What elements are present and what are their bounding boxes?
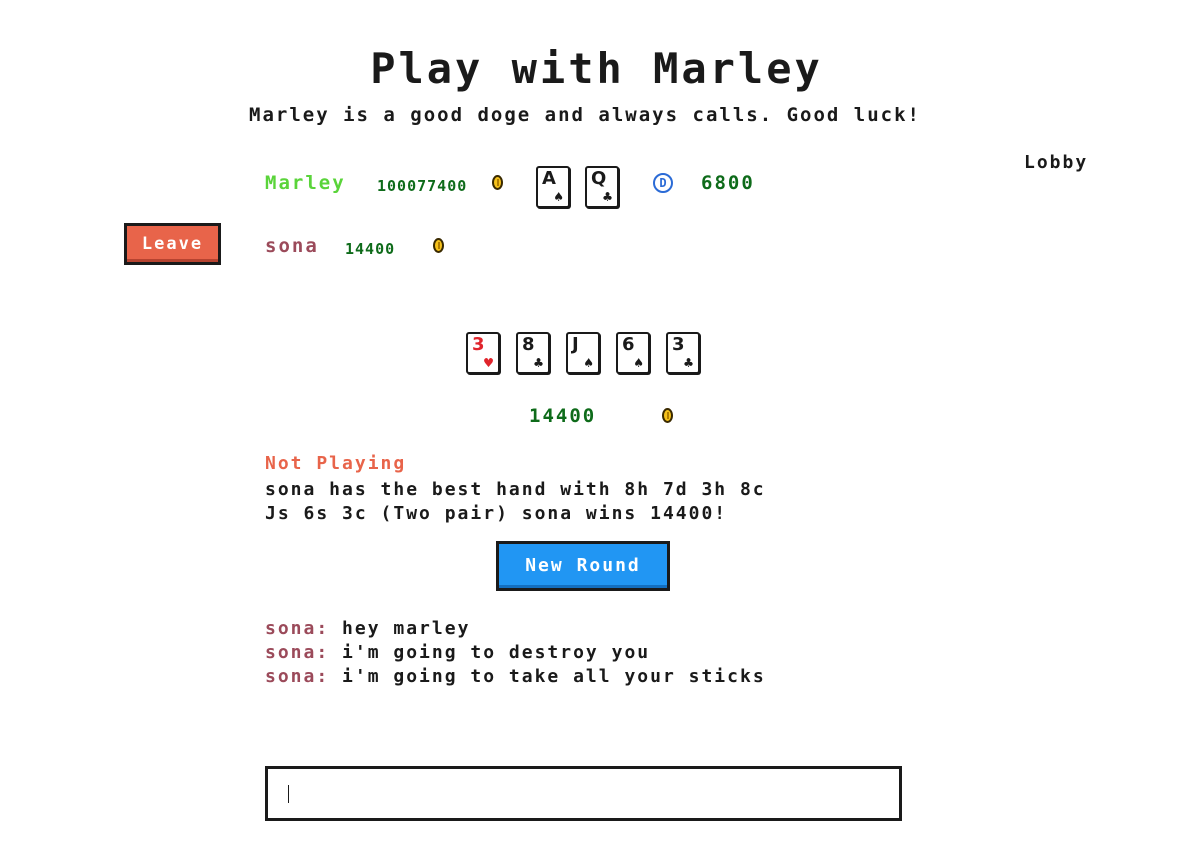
result-line: Js 6s 3c (Two pair) sona wins 14400! [265,503,728,524]
club-icon: ♣ [683,354,693,372]
chat-author: sona: [265,642,330,663]
board-card: 3 ♣ [666,332,700,374]
chat-message: sona: hey marley [265,617,766,641]
player-chips-sona: 14400 [345,240,396,258]
card-rank: Q [591,168,607,189]
board-card: 6 ♠ [616,332,650,374]
chat-author: sona: [265,618,330,639]
chat-log: sona: hey marley sona: i'm going to dest… [265,617,766,689]
coin-icon [662,408,674,423]
dealer-button-icon: D [653,173,673,193]
card-rank: 3 [472,334,485,355]
chat-input[interactable] [265,766,902,821]
card-rank: J [572,334,579,355]
coin-icon [492,175,503,190]
card-rank: 3 [672,334,685,355]
spade-icon: ♠ [583,354,593,372]
player-name-marley: Marley [265,172,346,194]
chat-message: sona: i'm going to destroy you [265,641,766,665]
pot-amount: 14400 [529,405,597,427]
club-icon: ♣ [602,188,612,206]
card-rank: 6 [622,334,635,355]
chat-text: hey marley [342,618,471,639]
new-round-button[interactable]: New Round [496,541,670,591]
card-rank: 8 [522,334,535,355]
spade-icon: ♠ [633,354,643,372]
player-chips-marley: 100077400 [377,177,468,195]
round-result: sona has the best hand with 8h 7d 3h 8c … [265,478,915,526]
card-rank: A [542,168,556,189]
lobby-link[interactable]: Lobby [1024,152,1088,173]
game-status: Not Playing [265,453,407,474]
chat-text: i'm going to take all your sticks [342,666,766,687]
chat-author: sona: [265,666,330,687]
hole-card: A ♠ [536,166,570,208]
page-title: Play with Marley [370,44,823,93]
text-cursor [288,785,289,803]
page-subtitle: Marley is a good doge and always calls. … [249,104,921,126]
player-name-sona: sona [265,235,319,257]
leave-button[interactable]: Leave [124,223,221,265]
board-card: J ♠ [566,332,600,374]
result-line: sona has the best hand with 8h 7d 3h 8c [265,479,766,500]
board-card: 3 ♥ [466,332,500,374]
club-icon: ♣ [533,354,543,372]
player-bet-marley: 6800 [701,172,755,194]
coin-icon [432,238,444,253]
chat-message: sona: i'm going to take all your sticks [265,665,766,689]
spade-icon: ♠ [553,188,563,206]
board-card: 8 ♣ [516,332,550,374]
heart-icon: ♥ [483,354,493,372]
hole-card: Q ♣ [585,166,619,208]
chat-text: i'm going to destroy you [342,642,651,663]
